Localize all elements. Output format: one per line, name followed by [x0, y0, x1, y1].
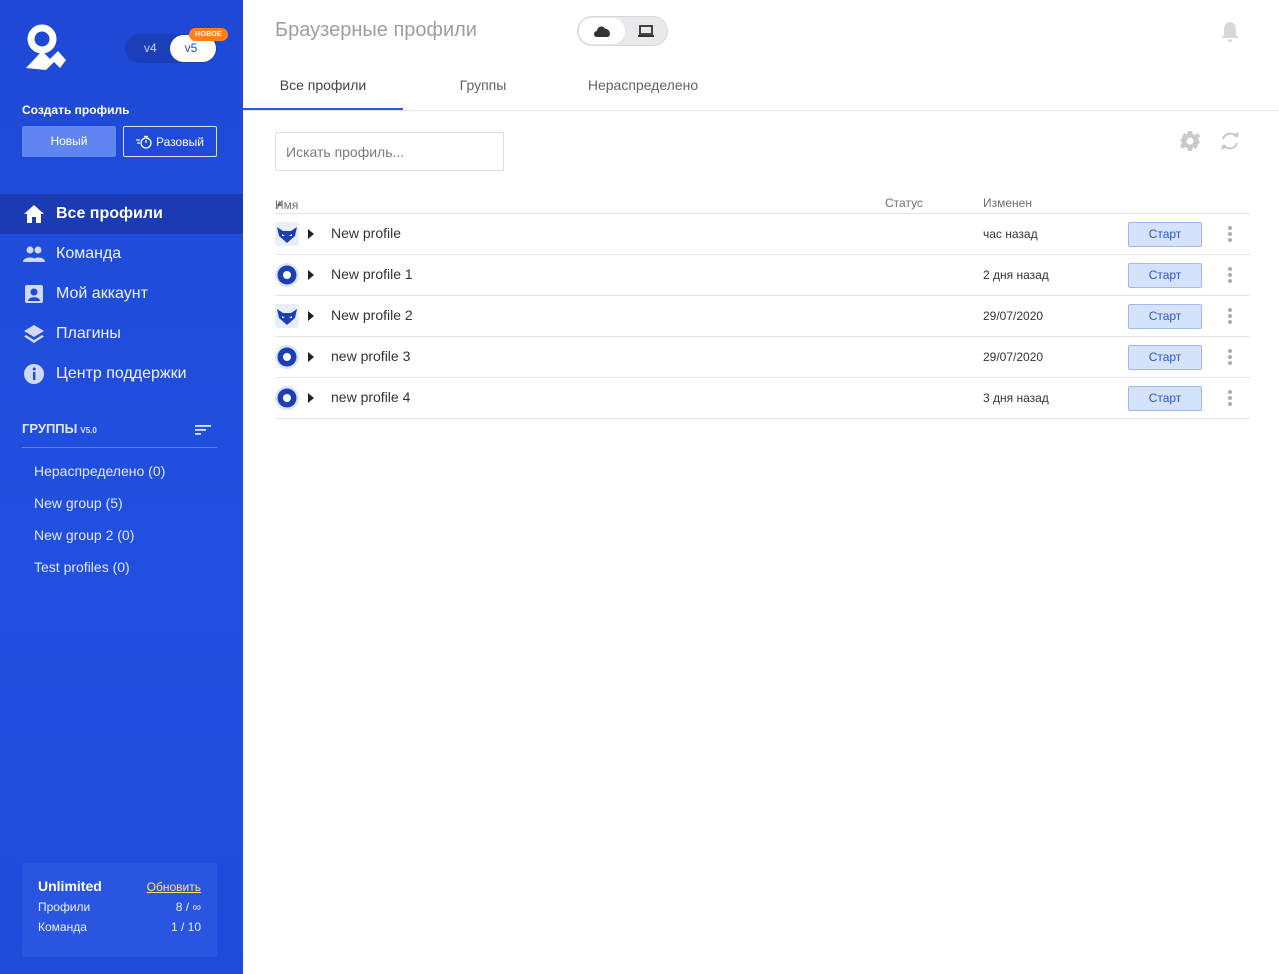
sidebar-item-label: Команда — [56, 245, 122, 262]
tab-unassigned[interactable]: Нераспределено — [563, 70, 723, 110]
gear-icon[interactable] — [1179, 130, 1201, 152]
new-badge: НОВОЕ — [189, 28, 228, 41]
orbita-icon — [275, 263, 299, 287]
group-item[interactable]: Test profiles (0) — [34, 555, 165, 587]
sidebar-item-all-profiles[interactable]: Все профили — [0, 194, 243, 234]
start-button[interactable]: Старт — [1128, 386, 1202, 411]
plan-card: Unlimited Обновить Профили 8 / ∞ Команда… — [22, 863, 217, 957]
fox-icon — [275, 304, 299, 328]
layers-icon — [22, 322, 46, 346]
column-status-header[interactable]: Статус — [885, 196, 923, 210]
orbita-icon — [275, 386, 299, 410]
tab-groups[interactable]: Группы — [403, 70, 563, 110]
plan-row-label: Команда — [38, 920, 87, 934]
local-mode-button[interactable] — [624, 18, 668, 44]
cloud-icon — [594, 26, 610, 37]
laptop-icon — [638, 24, 654, 37]
table-header: Имя ▲ Статус Изменен — [275, 194, 1250, 214]
column-modified-header[interactable]: Изменен — [983, 196, 1032, 210]
expand-caret-icon[interactable] — [308, 270, 314, 280]
sidebar-item-label: Все профили — [56, 205, 163, 222]
group-list: Нераспределено (0) New group (5) New gro… — [34, 459, 165, 587]
profile-name[interactable]: New profile 1 — [331, 266, 413, 282]
group-item[interactable]: New group (5) — [34, 491, 165, 523]
start-button[interactable]: Старт — [1128, 263, 1202, 288]
profile-name[interactable]: New profile — [331, 225, 401, 241]
start-button[interactable]: Старт — [1128, 222, 1202, 247]
fox-icon — [275, 222, 299, 246]
expand-caret-icon[interactable] — [308, 352, 314, 362]
plan-row-label: Профили — [38, 900, 91, 914]
one-time-label: Разовый — [156, 134, 204, 149]
sidebar-item-label: Мой аккаунт — [56, 285, 148, 302]
account-icon — [22, 282, 46, 306]
sidebar-nav: Все профили Команда Мой аккаунт Плагины … — [0, 194, 243, 394]
sidebar-item-team[interactable]: Команда — [0, 234, 243, 274]
table-row[interactable]: new profile 4 3 дня назад Старт — [275, 378, 1250, 419]
more-options-icon[interactable] — [1225, 266, 1235, 284]
table-row[interactable]: New profile 1 2 дня назад Старт — [275, 255, 1250, 296]
one-time-profile-button[interactable]: Разовый — [123, 126, 217, 157]
table-row[interactable]: New profile час назад Старт — [275, 214, 1250, 255]
start-button[interactable]: Старт — [1128, 304, 1202, 329]
tab-all-profiles[interactable]: Все профили — [243, 70, 403, 110]
info-icon — [22, 362, 46, 386]
timer-icon — [136, 135, 152, 149]
profile-modified: 29/07/2020 — [983, 350, 1044, 364]
create-profile-label: Создать профиль — [22, 103, 130, 117]
profile-modified: 29/07/2020 — [983, 309, 1044, 323]
logo-icon[interactable] — [20, 24, 70, 72]
plan-row-team: Команда 1 / 10 — [38, 920, 201, 934]
team-icon — [22, 242, 46, 266]
sidebar-item-label: Плагины — [56, 325, 121, 342]
plan-row-value: 1 / 10 — [170, 920, 201, 934]
more-options-icon[interactable] — [1225, 307, 1235, 325]
profile-modified: час назад — [983, 227, 1038, 241]
cloud-mode-button[interactable] — [579, 18, 625, 44]
sidebar-item-plugins[interactable]: Плагины — [0, 314, 243, 354]
profile-name[interactable]: new profile 3 — [331, 348, 410, 364]
more-options-icon[interactable] — [1225, 389, 1235, 407]
bell-icon[interactable] — [1220, 20, 1240, 42]
groups-title: ГРУППЫ — [22, 421, 78, 436]
profile-name[interactable]: New profile 2 — [331, 307, 413, 323]
sidebar: v4 v5 НОВОЕ Создать профиль Новый Разовы… — [0, 0, 243, 974]
table-row[interactable]: new profile 3 29/07/2020 Старт — [275, 337, 1250, 378]
profile-modified: 2 дня назад — [983, 268, 1049, 282]
plan-row-value: 8 / ∞ — [175, 900, 201, 914]
expand-caret-icon[interactable] — [308, 229, 314, 239]
start-button[interactable]: Старт — [1128, 345, 1202, 370]
new-profile-button[interactable]: Новый — [22, 126, 116, 157]
expand-caret-icon[interactable] — [308, 393, 314, 403]
sidebar-item-label: Центр поддержки — [56, 365, 187, 382]
profile-modified: 3 дня назад — [983, 391, 1049, 405]
groups-version: V5.0 — [80, 426, 97, 435]
groups-header: ГРУППЫ V5.0 — [22, 420, 217, 448]
refresh-icon[interactable] — [1219, 130, 1241, 152]
group-item[interactable]: New group 2 (0) — [34, 523, 165, 555]
upgrade-link[interactable]: Обновить — [147, 880, 201, 894]
group-item[interactable]: Нераспределено (0) — [34, 459, 165, 491]
tabs-bar: Все профили Группы Нераспределено — [243, 70, 1279, 111]
table-row[interactable]: New profile 2 29/07/2020 Старт — [275, 296, 1250, 337]
storage-toggle[interactable] — [577, 16, 668, 46]
more-options-icon[interactable] — [1225, 348, 1235, 366]
expand-caret-icon[interactable] — [308, 311, 314, 321]
plan-row-profiles: Профили 8 / ∞ — [38, 900, 201, 914]
orbita-icon — [275, 345, 299, 369]
sort-icon[interactable] — [195, 423, 211, 437]
home-icon — [22, 202, 46, 226]
more-options-icon[interactable] — [1225, 225, 1235, 243]
profile-name[interactable]: new profile 4 — [331, 389, 410, 405]
sidebar-item-account[interactable]: Мой аккаунт — [0, 274, 243, 314]
version-v4[interactable]: v4 — [144, 41, 157, 55]
page-title: Браузерные профили — [275, 19, 477, 41]
sort-asc-icon: ▲ — [275, 198, 284, 208]
search-input[interactable] — [275, 132, 504, 171]
sidebar-item-support[interactable]: Центр поддержки — [0, 354, 243, 394]
